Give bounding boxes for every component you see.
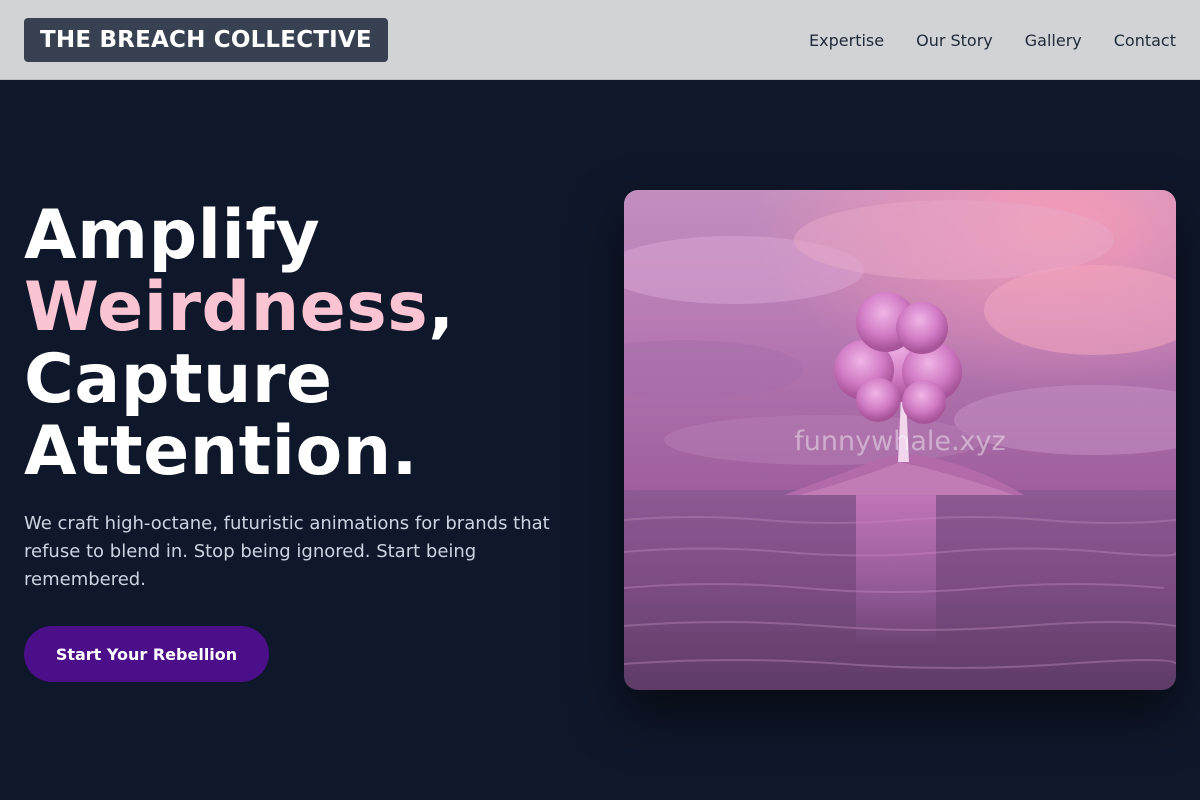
headline-line-3: Capture [24, 340, 333, 419]
hero-subtext: We craft high-octane, futuristic animati… [24, 513, 550, 590]
hero-image: funnywhale.xyz [624, 190, 1176, 690]
headline-comma: , [428, 268, 455, 347]
nav-link-contact[interactable]: Contact [1114, 31, 1176, 50]
image-watermark: funnywhale.xyz [794, 426, 1006, 457]
cta-button[interactable]: Start Your Rebellion [24, 626, 269, 682]
nav-link-gallery[interactable]: Gallery [1025, 31, 1082, 50]
site-logo[interactable]: THE BREACH COLLECTIVE [24, 18, 388, 62]
main-nav: Expertise Our Story Gallery Contact [809, 0, 1176, 80]
headline-accent-word: Weirdness [24, 268, 429, 347]
headline-line-2: Weirdness, [24, 272, 584, 344]
nav-link-expertise[interactable]: Expertise [809, 31, 884, 50]
headline-line-1: Amplify [24, 196, 321, 275]
site-header: THE BREACH COLLECTIVE Expertise Our Stor… [0, 0, 1200, 80]
headline-line-4: Attention. [24, 412, 418, 491]
hero-headline: Amplify Weirdness, Capture Attention. [24, 200, 584, 488]
nav-link-our-story[interactable]: Our Story [916, 31, 993, 50]
